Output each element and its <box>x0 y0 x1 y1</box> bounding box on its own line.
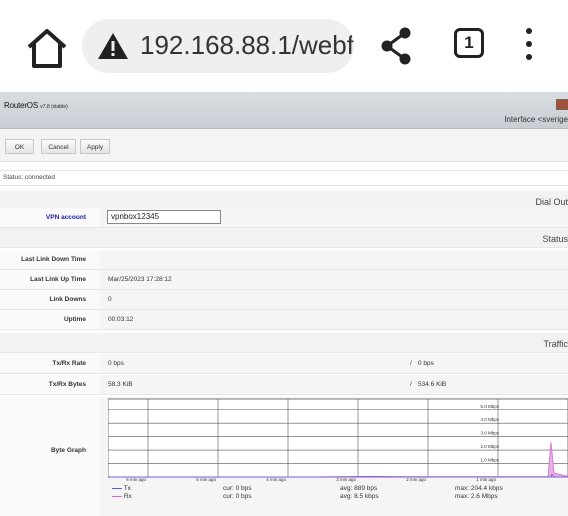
webfig-page: RouterOS v7.8 (stable) Interface <sverig… <box>0 92 568 516</box>
vpn-account-input[interactable]: vpnbox12345 <box>107 210 221 224</box>
ok-button[interactable]: OK <box>5 139 34 154</box>
browser-toolbar: 192.168.88.1/webf 1 <box>0 0 568 92</box>
rx-rate-value: 0 bps <box>418 360 434 367</box>
legend-tx-name: Tx <box>123 485 131 492</box>
link-downs-label: Link Downs <box>49 296 86 303</box>
x-tick-label: 1 min ago <box>476 477 496 482</box>
rx-avg: avg: 8.5 kbps <box>340 493 379 500</box>
brand-version: v7.8 (stable) <box>40 104 68 110</box>
y-tick-label: 4.0 Mbps <box>480 417 499 422</box>
plot-area <box>108 398 568 478</box>
legend-rx: Rx <box>112 493 132 500</box>
last-link-up-label: Last Link Up Time <box>30 276 86 283</box>
section-title: Dial Out <box>535 197 568 207</box>
x-tick-label: 2 min ago <box>406 477 426 482</box>
cancel-button[interactable]: Cancel <box>41 139 76 154</box>
section-title: Traffic <box>543 339 568 349</box>
header-bar: RouterOS v7.8 (stable) Interface <sverig… <box>0 92 568 129</box>
legend-rx-name: Rx <box>123 493 132 500</box>
status-text: Status: connected <box>3 174 56 181</box>
action-toolbar: OK Cancel Apply <box>0 129 568 162</box>
bytes-separator: / <box>410 381 412 388</box>
tx-cur: cur: 0 bps <box>223 485 252 492</box>
tx-rx-bytes-row: Tx/Rx Bytes 58.3 KiB / 534.6 KiB <box>0 375 568 395</box>
tab-switcher-button[interactable]: 1 <box>454 28 484 58</box>
status-line: Status: connected <box>0 170 568 186</box>
x-tick-label: 6 min ago <box>126 477 146 482</box>
y-tick-label: 5.0 Mbps <box>480 404 499 409</box>
more-vert-icon[interactable] <box>524 28 534 64</box>
rate-separator: / <box>410 360 412 367</box>
last-link-down-label: Last Link Down Time <box>21 256 86 263</box>
x-tick-label: 4 min ago <box>266 477 286 482</box>
page-title: Interface <sverige <box>504 115 568 124</box>
vpn-account-label: VPN account <box>45 214 86 221</box>
last-link-down-row: Last Link Down Time <box>0 250 568 270</box>
link-downs-row: Link Downs 0 <box>0 290 568 310</box>
warning-icon[interactable] <box>97 32 129 60</box>
tx-max: max: 204.4 kbps <box>455 485 503 492</box>
tx-bytes-value: 58.3 KiB <box>108 381 133 388</box>
logo-icon[interactable] <box>556 99 568 110</box>
brand-name: RouterOS <box>4 101 38 110</box>
brand: RouterOS v7.8 (stable) <box>4 101 68 110</box>
last-link-up-row: Last Link Up Time Mar/25/2023 17:28:12 <box>0 270 568 290</box>
rx-max: max: 2.6 Mbps <box>455 493 498 500</box>
url-text: 192.168.88.1/webf <box>140 30 354 60</box>
y-tick-label: 2.0 Mbps <box>480 444 499 449</box>
tx-avg: avg: 889 bps <box>340 485 378 492</box>
tx-rx-bytes-label: Tx/Rx Bytes <box>48 381 86 388</box>
section-title: Status <box>542 234 568 244</box>
byte-graph: 5.0 Mbps 4.0 Mbps 3.0 Mbps 2.0 Mbps 1.0 Mbps… <box>108 398 568 482</box>
x-tick-label: 5 min ago <box>196 477 216 482</box>
apply-button[interactable]: Apply <box>80 139 110 154</box>
share-icon[interactable] <box>379 27 413 65</box>
rx-cur: cur: 0 bps <box>223 493 252 500</box>
rx-bytes-value: 534.6 KiB <box>418 381 447 388</box>
legend-tx: Tx <box>112 485 131 492</box>
address-bar[interactable]: 192.168.88.1/webf <box>82 19 354 73</box>
uptime-label: Uptime <box>63 316 86 323</box>
section-status: Status <box>0 228 568 248</box>
home-icon[interactable] <box>24 25 70 71</box>
legend-rx-swatch <box>112 495 122 497</box>
x-tick-label: 3 min ago <box>336 477 356 482</box>
tx-rate-value: 0 bps <box>108 360 124 367</box>
byte-graph-label: Byte Graph <box>50 447 86 454</box>
legend-tx-swatch <box>112 487 122 489</box>
uptime-row: Uptime 00:03:12 <box>0 310 568 330</box>
uptime-value: 00:03:12 <box>108 316 134 323</box>
link-downs-value: 0 <box>108 296 112 303</box>
vpn-account-row: VPN account vpnbox12345 <box>0 208 568 228</box>
section-traffic: Traffic <box>0 333 568 353</box>
tx-rx-rate-row: Tx/Rx Rate 0 bps / 0 bps <box>0 354 568 374</box>
last-link-up-value: Mar/25/2023 17:28:12 <box>108 276 172 283</box>
tx-rx-rate-label: Tx/Rx Rate <box>52 360 86 367</box>
y-tick-label: 1.0 Mbps <box>480 458 499 463</box>
y-tick-label: 3.0 Mbps <box>480 431 499 436</box>
byte-graph-row: Byte Graph 5.0 Mbps 4.0 Mbps 3.0 Mbps 2.0 M… <box>0 397 568 516</box>
